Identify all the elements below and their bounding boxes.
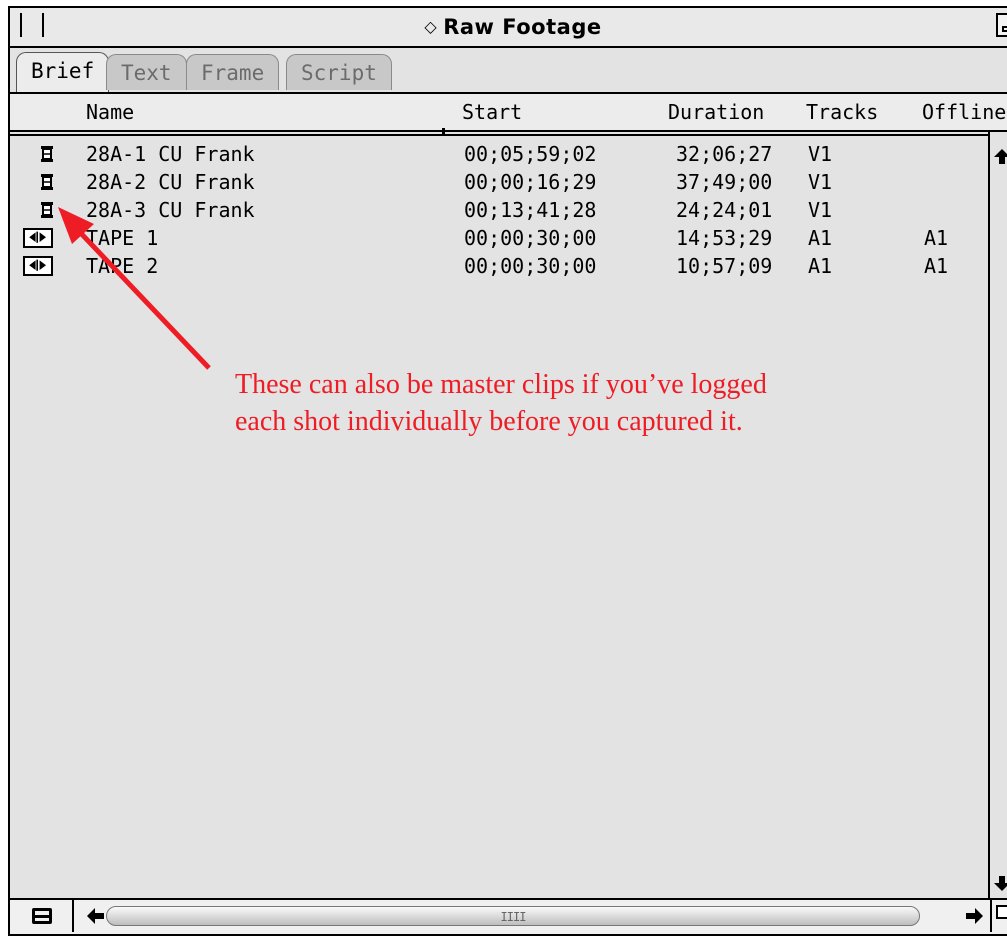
scroll-grip: IIII [500, 910, 527, 924]
tab-brief[interactable]: Brief [16, 52, 110, 92]
diamond-icon: ◇ [424, 17, 438, 36]
vertical-scrollbar[interactable] [988, 132, 1007, 900]
window-title: ◇ Raw Footage [10, 15, 1007, 39]
audio-clip-icon [23, 228, 53, 248]
clip-offline: A1 [924, 254, 949, 278]
list-item[interactable]: TAPE 2 00;00;30;00 10;57;09 A1 A1 [10, 252, 990, 280]
list-item[interactable]: 28A-1 CU Frank 00;05;59;02 32;06;27 V1 [10, 140, 990, 168]
column-start[interactable]: Start [462, 100, 522, 124]
scroll-up-arrow-icon[interactable] [993, 148, 1007, 166]
view-tabs: Brief Text Frame Script [10, 48, 1007, 94]
bin-window: ◇ Raw Footage Brief Text Frame Script Nam… [8, 6, 1007, 936]
scroll-right-arrow-icon[interactable] [964, 907, 984, 925]
clip-offline: A1 [924, 226, 949, 250]
column-header: Name Start Duration Tracks Offline [10, 94, 1007, 136]
clip-start: 00;00;16;29 [464, 170, 597, 194]
annotation-text: These can also be master clips if you’ve… [235, 366, 875, 440]
clip-duration: 14;53;29 [676, 226, 773, 250]
clip-duration: 10;57;09 [676, 254, 773, 278]
column-tracks[interactable]: Tracks [806, 100, 878, 124]
annotation-line-2: each shot individually before you captur… [235, 406, 743, 437]
clip-name: TAPE 2 [86, 254, 159, 278]
tab-frame[interactable]: Frame [186, 54, 280, 90]
column-offline[interactable]: Offline [922, 100, 1006, 124]
clip-name: 28A-3 CU Frank [86, 198, 255, 222]
clip-start: 00;00;30;00 [464, 254, 597, 278]
horizontal-scroll-thumb[interactable]: IIII [106, 906, 920, 926]
clip-list: 28A-1 CU Frank 00;05;59;02 32;06;27 V1 2… [10, 138, 990, 900]
column-divider[interactable] [442, 128, 445, 136]
tab-text[interactable]: Text [106, 54, 187, 90]
column-duration[interactable]: Duration [668, 100, 764, 124]
clip-start: 00;00;30;00 [464, 226, 597, 250]
bottom-bar: IIII [10, 898, 1007, 934]
clip-name: 28A-1 CU Frank [86, 142, 255, 166]
tab-script[interactable]: Script [286, 54, 392, 90]
clip-tracks: V1 [808, 170, 833, 194]
clip-icon [41, 146, 53, 162]
clip-tracks: A1 [808, 226, 833, 250]
list-item[interactable]: TAPE 1 00;00;30;00 14;53;29 A1 A1 [10, 224, 990, 252]
annotation-line-1: These can also be master clips if you’ve… [235, 369, 767, 400]
window-title-text: Raw Footage [443, 15, 602, 39]
audio-clip-icon [23, 256, 53, 276]
clip-tracks: V1 [808, 142, 833, 166]
scroll-left-arrow-icon[interactable] [86, 907, 106, 925]
clip-duration: 24;24;01 [676, 198, 773, 222]
bin-icon [32, 908, 52, 924]
clip-duration: 37;49;00 [676, 170, 773, 194]
clip-name: 28A-2 CU Frank [86, 170, 255, 194]
scroll-down-arrow-icon[interactable] [993, 874, 1007, 892]
clip-icon [41, 202, 53, 218]
bin-view-button[interactable] [10, 900, 74, 932]
clip-duration: 32;06;27 [676, 142, 773, 166]
list-item[interactable]: 28A-3 CU Frank 00;13;41;28 24;24;01 V1 [10, 196, 990, 224]
clip-name: TAPE 1 [86, 226, 159, 250]
zoom-box[interactable] [996, 13, 1007, 37]
clip-icon [41, 174, 53, 190]
column-name[interactable]: Name [86, 100, 134, 124]
title-bar[interactable]: ◇ Raw Footage [10, 8, 1007, 48]
clip-start: 00;13;41;28 [464, 198, 597, 222]
list-item[interactable]: 28A-2 CU Frank 00;00;16;29 37;49;00 V1 [10, 168, 990, 196]
resize-box[interactable] [990, 900, 1007, 932]
clip-tracks: A1 [808, 254, 833, 278]
resize-icon [996, 905, 1007, 919]
clip-tracks: V1 [808, 198, 833, 222]
clip-start: 00;05;59;02 [464, 142, 597, 166]
